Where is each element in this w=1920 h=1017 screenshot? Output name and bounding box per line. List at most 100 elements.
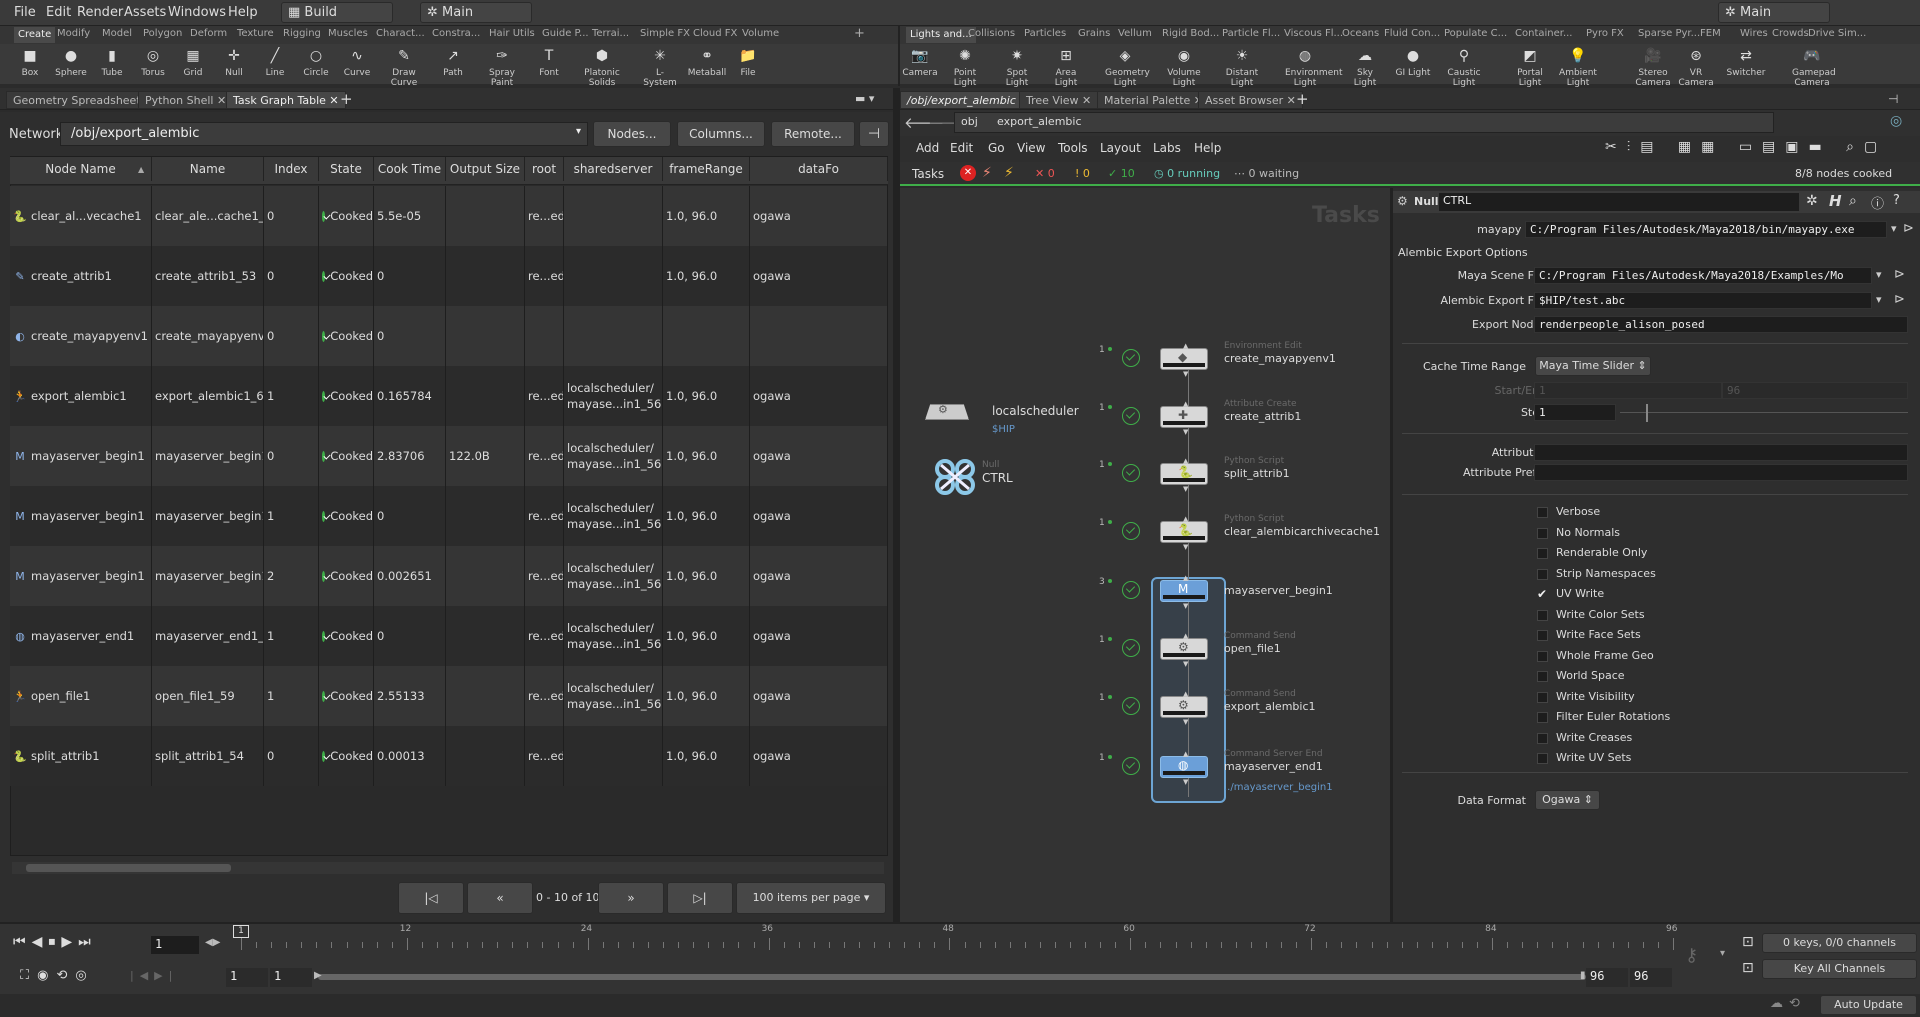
shelf-tab[interactable]: Constra... [432, 28, 480, 39]
chevron-down-icon[interactable]: ▾ [1891, 222, 1897, 235]
range-end2-field[interactable]: 96 [1630, 968, 1672, 987]
playhead[interactable]: 1 [233, 925, 249, 938]
column-header[interactable]: root [525, 157, 564, 181]
shelf-tool-sphere[interactable]: ● Sphere [51, 44, 91, 78]
network-toolbar-icons[interactable]: ✂⫶▤ ▦▦ ▭▤▣▬ ⌕▢ [1605, 139, 1887, 155]
shelf-tab[interactable]: Populate C... [1444, 28, 1507, 39]
gear-icon[interactable]: ✲ [1806, 193, 1818, 209]
table-row[interactable]: 🏃 open_file1 open_file1_59 1 Cooked 2.55133 re… [10, 666, 888, 726]
keys-channels-dropdown[interactable]: 0 keys, 0/0 channels [1762, 933, 1917, 953]
shelf-tool-line[interactable]: ╱ Line [255, 44, 295, 78]
net-menu-item[interactable]: Add [916, 141, 939, 155]
shelf-tool-metaball[interactable]: ⚭ Metaball [687, 44, 727, 78]
close-icon[interactable]: ✕ [329, 94, 338, 107]
shelf-tab[interactable]: Terrai... [592, 28, 629, 39]
table-row[interactable]: ◍ mayaserver_end1 mayaserver_end1_611 Cooke… [10, 606, 888, 666]
shelf-tab[interactable]: Pyro FX [1586, 28, 1624, 39]
nodes-button[interactable]: Nodes... [593, 121, 671, 147]
shelf-tab[interactable]: Charact... [376, 28, 425, 39]
table-row[interactable]: 🏃 export_alembic1 export_alembic1_60 1 Cooke… [10, 366, 888, 426]
pane-splitter[interactable] [893, 88, 900, 922]
shelf-tab[interactable]: Wires [1740, 28, 1768, 39]
add-tab-icon[interactable]: + [1296, 90, 1309, 108]
shelf-tab[interactable]: Viscous Fl... [1284, 28, 1343, 39]
graph-node[interactable]: ◍ [1160, 756, 1208, 778]
shelf-tool-stereo-camera[interactable]: 🎥 Stereo Camera [1633, 44, 1673, 88]
prev-page-button[interactable]: « [467, 882, 533, 914]
toggle-checkbox[interactable] [1537, 732, 1548, 744]
shelf-tab[interactable]: Drive Sim... [1808, 28, 1866, 39]
menu-render[interactable]: Render [77, 5, 123, 20]
breadcrumb-export-alembic[interactable]: export_alembic [997, 115, 1082, 128]
network-path-field[interactable]: /obj/export_alembic ▾ [60, 122, 588, 146]
file-chooser-icon[interactable]: ⊳ [1894, 292, 1905, 307]
column-header[interactable]: Output Size [446, 157, 525, 181]
menu-edit[interactable]: Edit [46, 5, 71, 20]
shelf-tab[interactable]: Simple FX [640, 28, 690, 39]
table-row[interactable]: Mmayaserver_begin1mayaserver_begin1_560C… [10, 426, 888, 486]
shelf-tab[interactable]: Crowds [1772, 28, 1809, 39]
end-field[interactable]: 96 [1722, 382, 1908, 399]
column-header[interactable]: Index [264, 157, 319, 181]
export-nodes-field[interactable]: renderpeople_alison_posed [1534, 316, 1908, 333]
shelf-tool-switcher[interactable]: ⇄ Switcher [1726, 44, 1766, 78]
shelf-tool-curve[interactable]: ∿ Curve [337, 44, 377, 78]
tab-python-shell[interactable]: Python Shell ✕ [138, 91, 234, 109]
shelf-tab[interactable]: Sparse Pyr... [1638, 28, 1700, 39]
data-format-dropdown[interactable]: Ogawa ⇕ [1535, 790, 1600, 810]
shelf-tool-null[interactable]: ✛ Null [214, 44, 254, 78]
next-page-button[interactable]: » [598, 882, 664, 914]
tab-network-export-alembic[interactable]: /obj/export_alembic ✕ [900, 91, 1036, 109]
chevron-down-icon[interactable]: ▾ [1720, 948, 1725, 959]
task-complete-icon[interactable] [1122, 581, 1140, 599]
table-row[interactable]: 🐍 split_attrib1 split_attrib1_54 0 Cooked 0.0… [10, 726, 888, 786]
shelf-tool-area-light[interactable]: ⊞ Area Light [1046, 44, 1086, 88]
net-menu-item[interactable]: Tools [1058, 141, 1088, 155]
columns-button[interactable]: Columns... [677, 121, 765, 147]
range-start2-field[interactable]: 1 [270, 968, 312, 987]
graph-node[interactable]: ✚ [1160, 406, 1208, 428]
shelf-tab[interactable]: Grains [1078, 28, 1110, 39]
shelf-tab[interactable]: Cloud FX [693, 28, 737, 39]
toggle-checkbox[interactable] [1537, 712, 1548, 723]
start-field[interactable]: 1 [1534, 382, 1722, 399]
file-chooser-icon[interactable]: ⊳ [1894, 267, 1905, 282]
items-per-page-dropdown[interactable]: 100 items per page ▾ [736, 882, 886, 914]
graph-node[interactable]: M [1160, 580, 1208, 602]
sort-ascending-icon[interactable]: ▲ [138, 165, 144, 174]
alembic-export-file-field[interactable]: $HIP/test.abc [1534, 292, 1872, 309]
range-end-field[interactable]: 96 [1586, 968, 1628, 987]
maya-scene-file-field[interactable]: C:/Program Files/Autodesk/Maya2018/Examp… [1534, 267, 1872, 284]
shelf-tab[interactable]: Lights and... [906, 27, 976, 43]
shelf-tool-platonic-solids[interactable]: ⬢ Platonic Solids [582, 44, 622, 88]
shelf-tab[interactable]: Hair Utils [489, 28, 535, 39]
column-header[interactable]: dataFo [750, 157, 888, 181]
shelf-tool-point-light[interactable]: ✺ Point Light [945, 44, 985, 88]
shelf-tool-volume-light[interactable]: ◉ Volume Light [1164, 44, 1204, 88]
cache-time-range-dropdown[interactable]: Maya Time Slider ⇕ [1535, 356, 1651, 376]
breadcrumb-obj[interactable]: obj [961, 115, 978, 128]
horizontal-scrollbar[interactable] [12, 862, 884, 874]
menu-windows[interactable]: Windows [168, 5, 226, 20]
shelf-tab[interactable]: FEM [1700, 28, 1721, 39]
shelf-tool-environment-light[interactable]: ◍ Environment Light [1285, 44, 1342, 88]
close-icon[interactable]: ✕ [217, 94, 226, 107]
node-name-field[interactable]: CTRL [1439, 193, 1799, 211]
toggle-checkbox[interactable] [1537, 568, 1548, 580]
toggle-checkbox[interactable] [1537, 507, 1548, 518]
right-context-dropdown[interactable]: ✲ Main [1718, 2, 1830, 23]
shelf-tool-path[interactable]: ↗ Path [433, 44, 473, 78]
shelf-tool-distant-light[interactable]: ☀ Distant Light [1222, 44, 1262, 88]
column-header[interactable]: State [319, 157, 374, 181]
close-icon[interactable]: ✕ [1287, 94, 1296, 107]
dirty-icon[interactable]: ⚡ [1004, 165, 1014, 181]
step-field[interactable]: 1 [1534, 404, 1616, 421]
tab-material-palette[interactable]: Material Palette ✕ [1097, 91, 1210, 109]
column-header[interactable]: frameRange [663, 157, 750, 181]
scrollbar-thumb[interactable] [26, 864, 231, 872]
file-chooser-icon[interactable]: ⊳ [1903, 221, 1914, 236]
toggle-checkbox[interactable]: ✔ [1537, 588, 1548, 600]
link-icon[interactable]: ◎ [1890, 113, 1902, 129]
remote-button[interactable]: Remote... [771, 121, 855, 147]
toggle-checkbox[interactable] [1537, 630, 1548, 641]
